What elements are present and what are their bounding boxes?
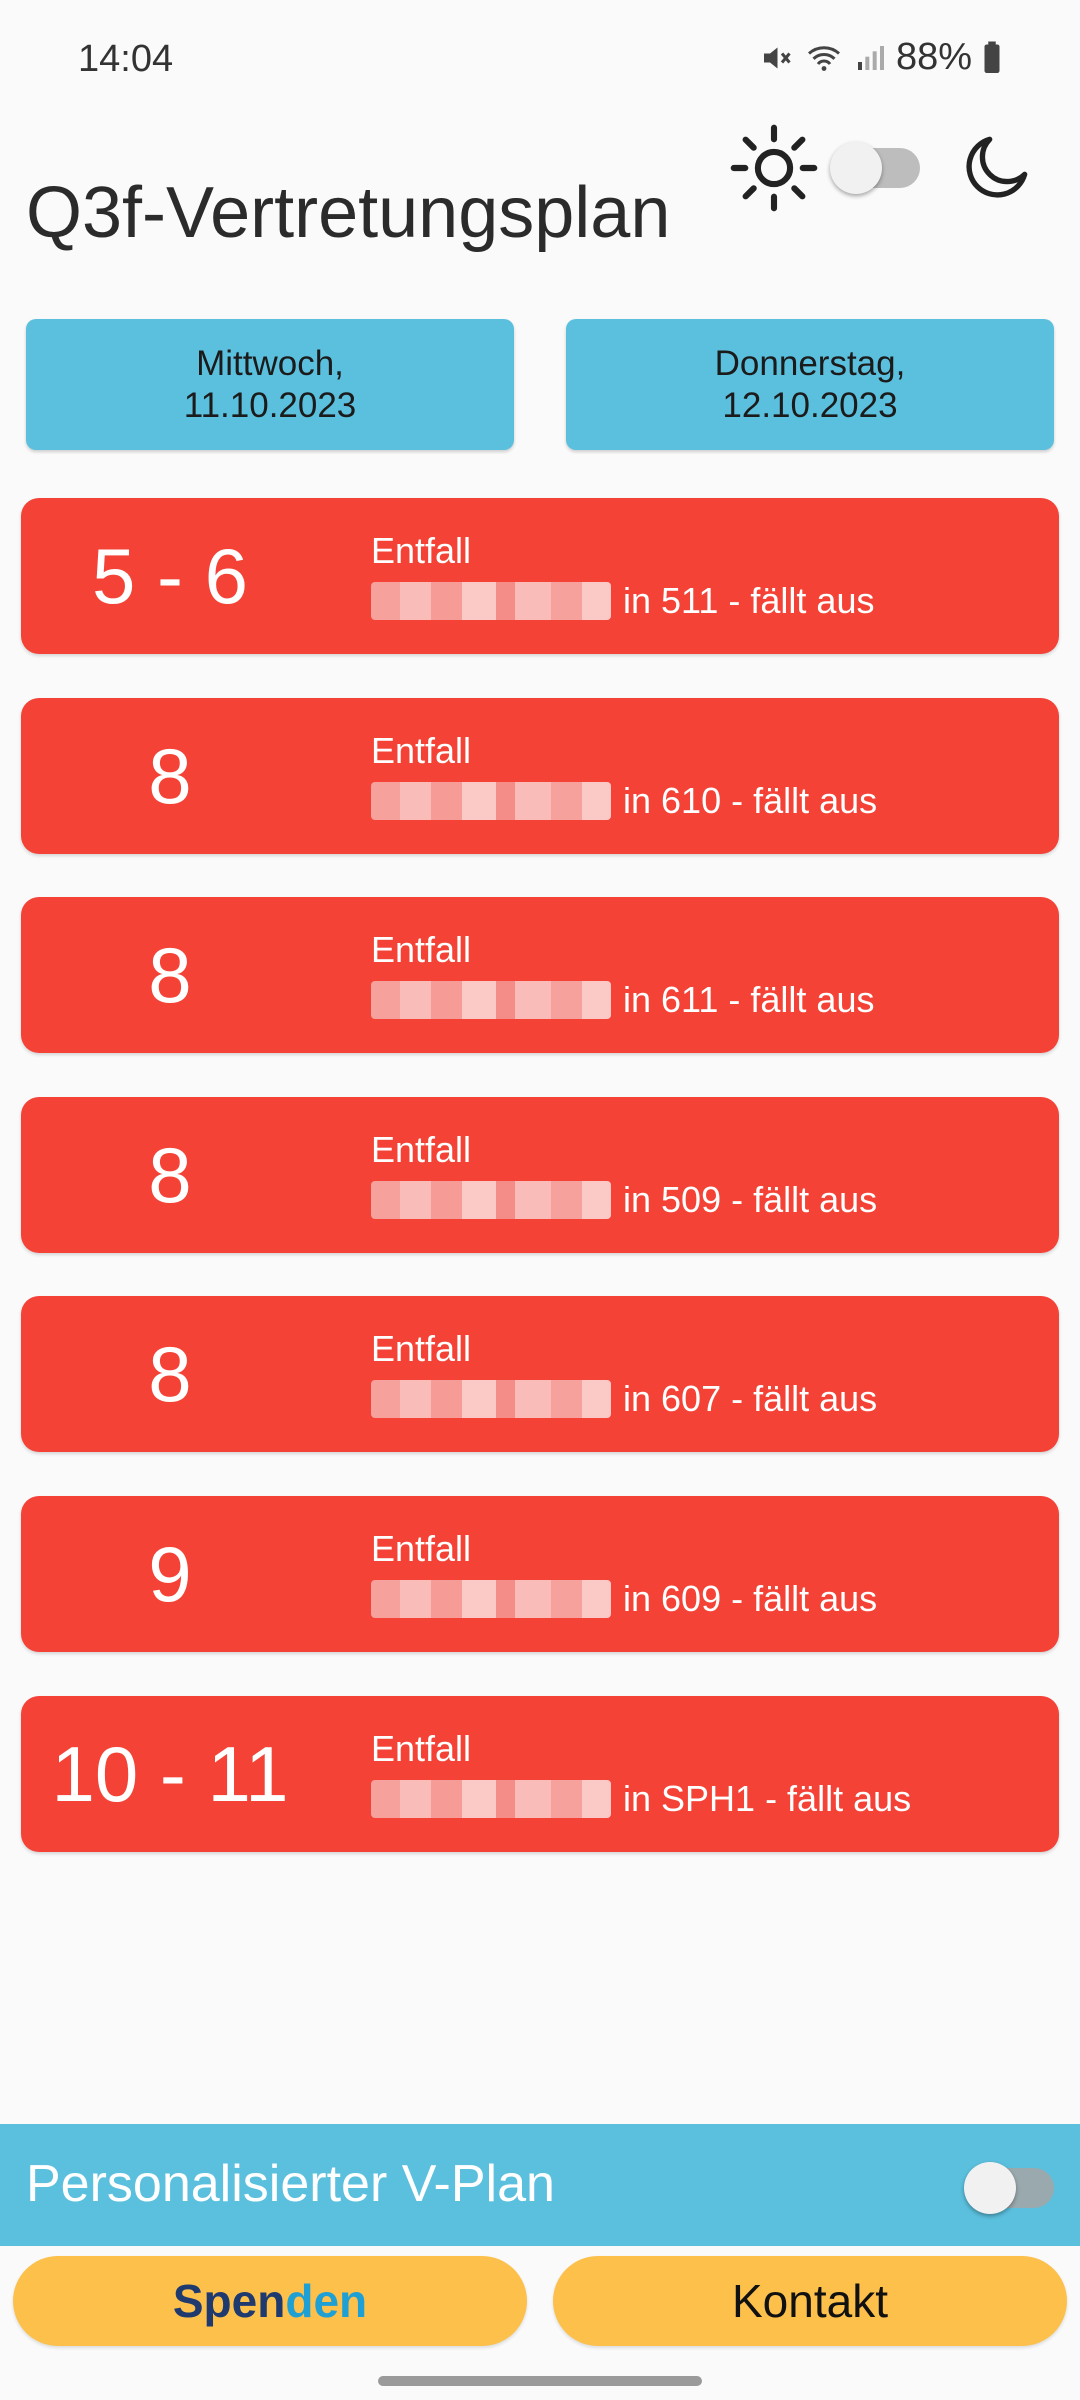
entry-type: Entfall <box>371 929 472 970</box>
substitution-entry[interactable]: 8 Entfall in 607 - fällt aus <box>21 1296 1059 1452</box>
toggle-knob <box>830 142 882 194</box>
entry-detail: in 611 - fällt aus <box>623 979 875 1020</box>
period-number: 8 <box>148 1130 192 1219</box>
entry-detail: in 609 - fällt aus <box>623 1578 878 1619</box>
redacted-teacher <box>371 1380 611 1418</box>
donate-label-part2: den <box>285 2275 368 2327</box>
page-title: Q3f-Vertretungsplan <box>26 173 671 253</box>
substitution-entry[interactable]: 9 Entfall in 609 - fällt aus <box>21 1496 1059 1652</box>
entry-detail: in 610 - fällt aus <box>623 780 878 821</box>
entry-type: Entfall <box>371 730 472 771</box>
day-name: Mittwoch, <box>196 343 344 383</box>
contact-button[interactable]: Kontakt <box>553 2256 1067 2346</box>
donate-button[interactable]: Spenden <box>13 2256 527 2346</box>
status-bar: 14:04 88% <box>0 0 1080 120</box>
battery-percent: 88% <box>895 36 972 78</box>
dark-mode-toggle[interactable] <box>830 142 920 194</box>
entry-type: Entfall <box>371 1328 472 1369</box>
redacted-teacher <box>371 981 611 1019</box>
wifi-icon <box>804 40 844 76</box>
moon-icon <box>958 126 1038 211</box>
redacted-teacher <box>371 1181 611 1219</box>
sun-icon <box>728 122 820 219</box>
personalized-plan-label: Personalisierter V-Plan <box>26 2155 555 2213</box>
redacted-teacher <box>371 782 611 820</box>
signal-icon <box>854 40 886 76</box>
substitution-entry[interactable]: 8 Entfall in 611 - fällt aus <box>21 897 1059 1053</box>
day-date: 11.10.2023 <box>183 385 357 425</box>
entry-detail: in 511 - fällt aus <box>623 580 875 621</box>
status-time: 14:04 <box>78 38 174 80</box>
substitution-entry[interactable]: 8 Entfall in 509 - fällt aus <box>21 1097 1059 1253</box>
period-number: 8 <box>148 1329 192 1418</box>
gesture-nav-handle[interactable] <box>378 2376 702 2386</box>
day-button-thursday[interactable]: Donnerstag, 12.10.2023 <box>566 319 1054 450</box>
toggle-knob <box>964 2162 1016 2214</box>
day-name: Donnerstag, <box>714 343 906 383</box>
battery-icon <box>982 40 1002 76</box>
substitution-entry[interactable]: 10 - 11 Entfall in SPH1 - fällt aus <box>21 1696 1059 1852</box>
period-number: 5 - 6 <box>91 531 249 620</box>
day-date: 12.10.2023 <box>722 385 898 425</box>
personalized-plan-bar: Personalisierter V-Plan <box>0 2124 1080 2246</box>
entry-type: Entfall <box>371 530 472 571</box>
mute-icon <box>758 40 794 76</box>
period-number: 10 - 11 <box>51 1729 289 1818</box>
period-number: 9 <box>148 1529 192 1618</box>
substitution-entry[interactable]: 5 - 6 Entfall in 511 - fällt aus <box>21 498 1059 654</box>
redacted-teacher <box>371 582 611 620</box>
entry-type: Entfall <box>371 1129 472 1170</box>
entry-type: Entfall <box>371 1528 472 1569</box>
day-button-wednesday[interactable]: Mittwoch, 11.10.2023 <box>26 319 514 450</box>
substitution-entry[interactable]: 8 Entfall in 610 - fällt aus <box>21 698 1059 854</box>
donate-label-part1: Spen <box>172 2275 286 2327</box>
status-icons: 88% <box>758 36 1002 79</box>
personalized-plan-toggle[interactable] <box>964 2162 1054 2214</box>
entry-detail: in 607 - fällt aus <box>623 1378 878 1419</box>
entry-type: Entfall <box>371 1728 472 1769</box>
period-number: 8 <box>148 731 192 820</box>
entry-detail: in SPH1 - fällt aus <box>623 1778 912 1819</box>
period-number: 8 <box>148 930 192 1019</box>
redacted-teacher <box>371 1580 611 1618</box>
entry-detail: in 509 - fällt aus <box>623 1179 878 1220</box>
redacted-teacher <box>371 1780 611 1818</box>
